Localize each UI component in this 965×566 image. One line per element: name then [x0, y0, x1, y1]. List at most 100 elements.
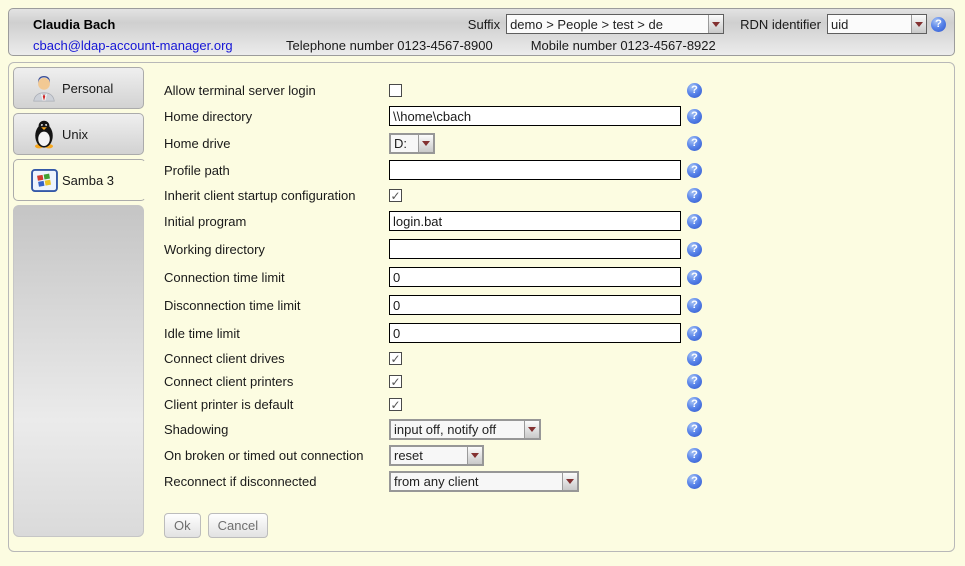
disconnection-time-limit-input[interactable] — [389, 295, 681, 315]
header-controls: Suffix demo > People > test > de RDN ide… — [468, 14, 946, 34]
form-row: Client printer is default ✓ — [164, 393, 724, 416]
idle-time-limit-input[interactable] — [389, 323, 681, 343]
telephone-number: Telephone number 0123-4567-8900 — [286, 38, 493, 53]
rdn-identifier-label: RDN identifier — [740, 17, 821, 32]
dropdown-arrow-icon — [467, 447, 482, 464]
rdn-select-value: uid — [828, 17, 911, 32]
shadowing-select[interactable]: input off, notify off — [389, 419, 541, 440]
help-icon[interactable] — [687, 188, 702, 203]
module-tabs: Personal — [13, 67, 144, 205]
form-row: Working directory — [164, 235, 724, 263]
form-row: Home directory — [164, 102, 724, 130]
help-icon[interactable] — [687, 214, 702, 229]
tab-personal[interactable]: Personal — [13, 67, 144, 109]
profile-path-input[interactable] — [389, 160, 681, 180]
tab-unix[interactable]: Unix — [13, 113, 144, 155]
form-row: Initial program — [164, 207, 724, 235]
field-label: Home directory — [164, 109, 389, 124]
help-icon[interactable] — [687, 163, 702, 178]
help-icon[interactable] — [687, 242, 702, 257]
form-row: Allow terminal server login — [164, 79, 724, 102]
field-label: Initial program — [164, 214, 389, 229]
field-label: Disconnection time limit — [164, 298, 389, 313]
header-row-2: cbach@ldap-account-manager.org Telephone… — [19, 36, 946, 55]
dropdown-arrow-icon — [562, 473, 577, 490]
on-broken-connection-select-value: reset — [391, 448, 467, 463]
field-label: Working directory — [164, 242, 389, 257]
help-icon[interactable] — [687, 83, 702, 98]
form-row: Reconnect if disconnected from any clien… — [164, 468, 724, 494]
home-drive-select[interactable]: D: — [389, 133, 435, 154]
connect-client-printers-checkbox[interactable]: ✓ — [389, 375, 402, 388]
help-icon[interactable] — [687, 422, 702, 437]
field-label: Shadowing — [164, 422, 389, 437]
field-label: Connection time limit — [164, 270, 389, 285]
help-icon[interactable] — [687, 109, 702, 124]
field-label: Inherit client startup configuration — [164, 188, 389, 203]
tab-label: Unix — [62, 127, 88, 142]
help-icon[interactable] — [687, 270, 702, 285]
client-printer-is-default-checkbox[interactable]: ✓ — [389, 398, 402, 411]
home-drive-select-value: D: — [391, 136, 418, 151]
help-icon[interactable] — [687, 136, 702, 151]
form-row: On broken or timed out connection reset — [164, 442, 724, 468]
form-row: Connection time limit — [164, 263, 724, 291]
sidebar-filler-panel — [13, 205, 144, 537]
tux-icon — [26, 118, 62, 150]
form-row: Connect client printers ✓ — [164, 370, 724, 393]
windows-icon — [26, 169, 62, 192]
help-icon[interactable] — [687, 374, 702, 389]
dropdown-arrow-icon — [708, 15, 723, 33]
home-directory-input[interactable] — [389, 106, 681, 126]
allow-terminal-server-login-checkbox[interactable] — [389, 84, 402, 97]
help-icon[interactable] — [687, 397, 702, 412]
account-content-panel: Personal — [8, 62, 955, 552]
field-label: Reconnect if disconnected — [164, 474, 389, 489]
form-row: Disconnection time limit — [164, 291, 724, 319]
field-label: Home drive — [164, 136, 389, 151]
rdn-identifier-select[interactable]: uid — [827, 14, 927, 34]
dropdown-arrow-icon — [911, 15, 926, 33]
form-row: Connect client drives ✓ — [164, 347, 724, 370]
suffix-select-value: demo > People > test > de — [507, 17, 708, 32]
form-row: Idle time limit — [164, 319, 724, 347]
inherit-client-startup-configuration-checkbox[interactable]: ✓ — [389, 189, 402, 202]
reconnect-select-value: from any client — [391, 474, 562, 489]
form-row: Home drive D: — [164, 130, 724, 156]
cancel-button[interactable]: Cancel — [208, 513, 268, 538]
help-icon[interactable] — [687, 298, 702, 313]
email-link[interactable]: cbach@ldap-account-manager.org — [33, 38, 286, 53]
field-label: Connect client printers — [164, 374, 389, 389]
help-icon[interactable] — [687, 326, 702, 341]
header-row-1: Claudia Bach Suffix demo > People > test… — [19, 12, 946, 36]
initial-program-input[interactable] — [389, 211, 681, 231]
ok-button[interactable]: Ok — [164, 513, 201, 538]
help-icon[interactable] — [687, 474, 702, 489]
tab-samba-3[interactable]: Samba 3 — [13, 159, 146, 201]
suffix-select[interactable]: demo > People > test > de — [506, 14, 724, 34]
shadowing-select-value: input off, notify off — [391, 422, 524, 437]
field-label: Idle time limit — [164, 326, 389, 341]
account-name: Claudia Bach — [33, 17, 115, 32]
on-broken-connection-select[interactable]: reset — [389, 445, 484, 466]
account-header: Claudia Bach Suffix demo > People > test… — [8, 8, 955, 56]
form-row: Inherit client startup configuration ✓ — [164, 184, 724, 207]
field-label: On broken or timed out connection — [164, 448, 389, 463]
mobile-number: Mobile number 0123-4567-8922 — [531, 38, 716, 53]
help-icon[interactable] — [687, 448, 702, 463]
help-icon[interactable] — [687, 351, 702, 366]
form-buttons: Ok Cancel — [164, 513, 724, 538]
person-icon — [26, 73, 62, 103]
dropdown-arrow-icon — [524, 421, 539, 438]
field-label: Connect client drives — [164, 351, 389, 366]
tab-label: Personal — [62, 81, 113, 96]
help-icon[interactable] — [931, 17, 946, 32]
dropdown-arrow-icon — [418, 135, 433, 152]
tab-label: Samba 3 — [62, 173, 114, 188]
suffix-label: Suffix — [468, 17, 500, 32]
field-label: Allow terminal server login — [164, 83, 389, 98]
connection-time-limit-input[interactable] — [389, 267, 681, 287]
working-directory-input[interactable] — [389, 239, 681, 259]
connect-client-drives-checkbox[interactable]: ✓ — [389, 352, 402, 365]
reconnect-if-disconnected-select[interactable]: from any client — [389, 471, 579, 492]
